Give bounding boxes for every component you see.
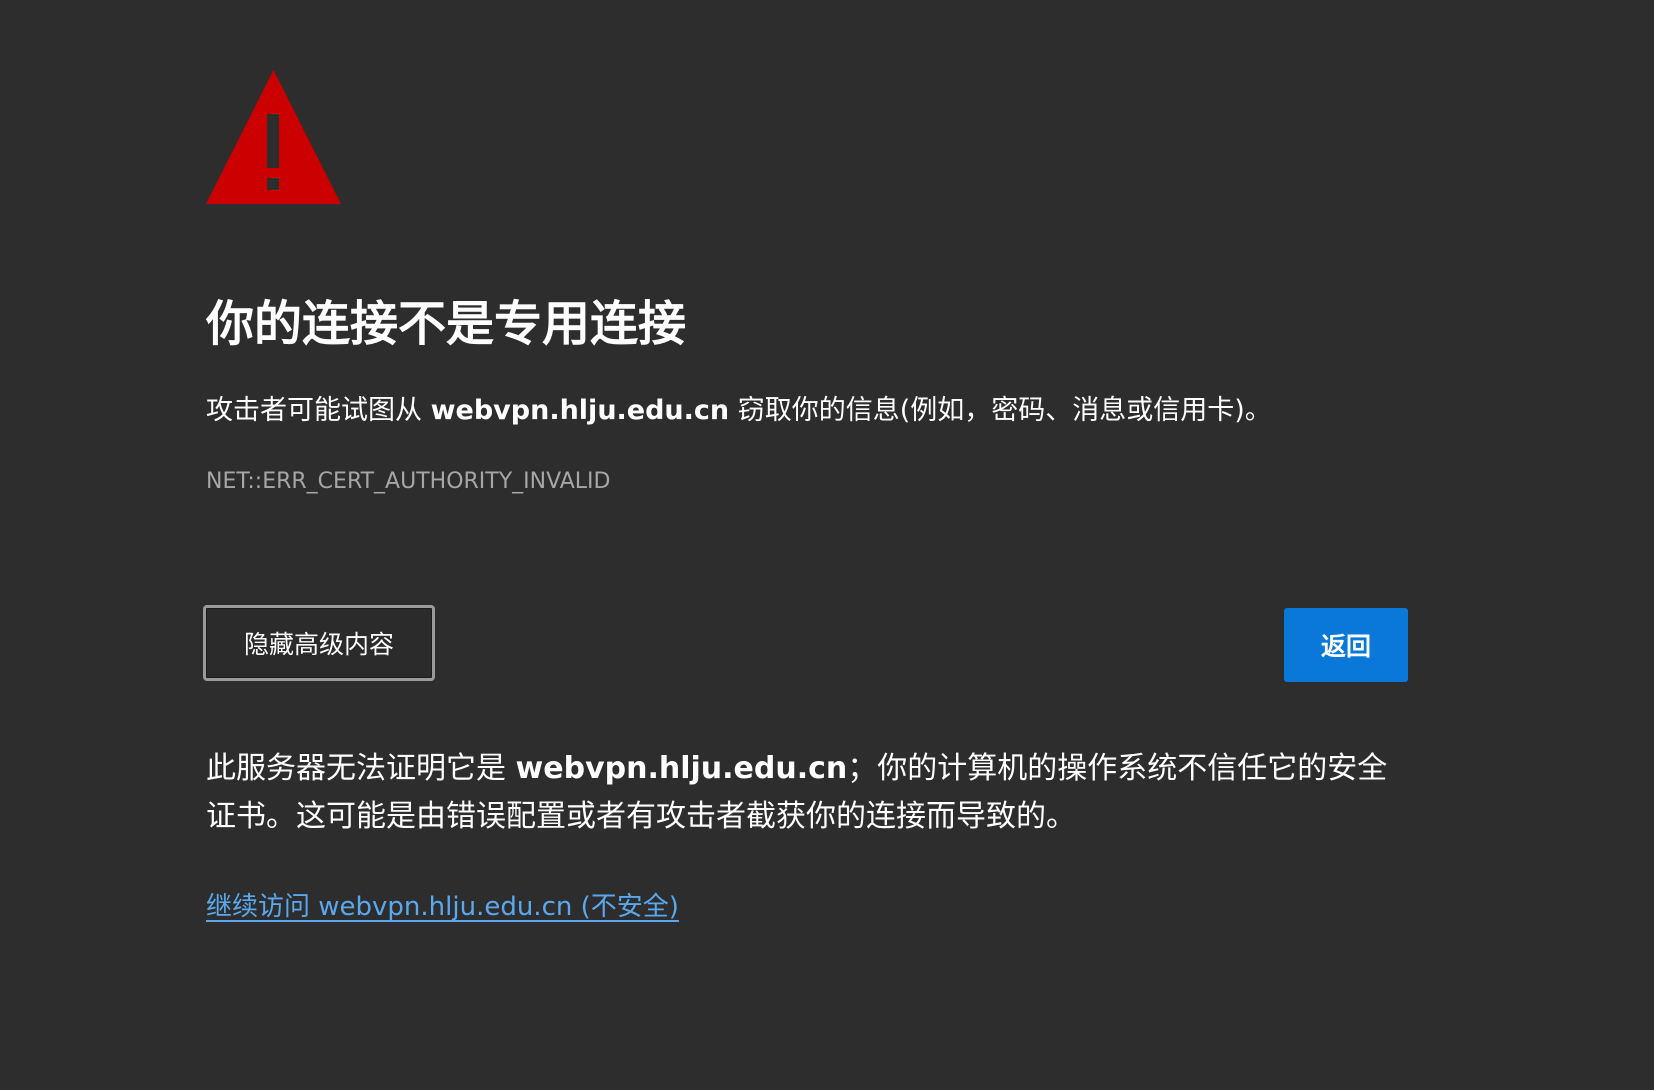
hide-advanced-button[interactable]: 隐藏高级内容 (203, 605, 435, 681)
details-text-before: 此服务器无法证明它是 (206, 751, 516, 786)
page-title: 你的连接不是专用连接 (206, 296, 687, 352)
warning-triangle-icon (206, 70, 341, 204)
warning-icon (206, 70, 341, 204)
intro-text: 攻击者可能试图从 webvpn.hlju.edu.cn 窃取你的信息(例如，密码… (206, 391, 1272, 431)
details-hostname: webvpn.hlju.edu.cn (515, 751, 848, 786)
intro-text-before: 攻击者可能试图从 (206, 395, 431, 426)
details-text: 此服务器无法证明它是 webvpn.hlju.edu.cn；你的计算机的操作系统… (206, 745, 1406, 841)
back-button[interactable]: 返回 (1284, 608, 1408, 682)
error-code: NET::ERR_CERT_AUTHORITY_INVALID (206, 469, 611, 494)
proceed-unsafe-link[interactable]: 继续访问 webvpn.hlju.edu.cn (不安全) (206, 888, 679, 926)
intro-text-after: 窃取你的信息(例如，密码、消息或信用卡)。 (729, 395, 1272, 426)
intro-hostname: webvpn.hlju.edu.cn (430, 395, 730, 426)
